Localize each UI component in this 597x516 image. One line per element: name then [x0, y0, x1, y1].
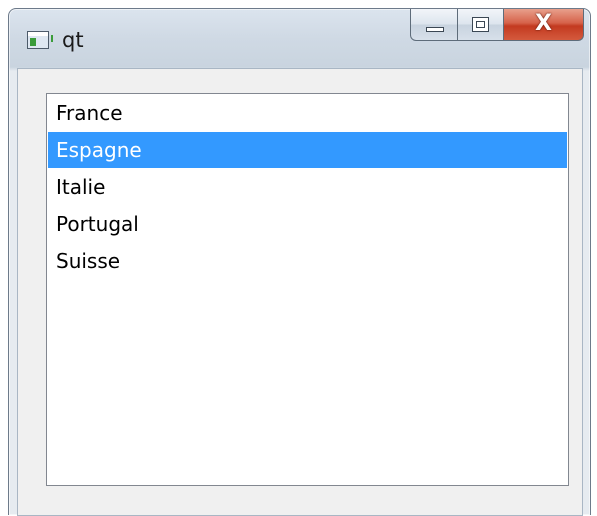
close-button[interactable]: X	[504, 9, 584, 41]
list-item-portugal[interactable]: Portugal	[48, 206, 567, 242]
maximize-icon	[472, 17, 489, 32]
close-icon: X	[535, 11, 552, 36]
list-item-suisse[interactable]: Suisse	[48, 243, 567, 279]
app-icon-green-block	[30, 38, 36, 46]
title-bar[interactable]: qt X	[9, 9, 590, 67]
app-icon-mark	[51, 35, 53, 42]
minimize-button[interactable]	[410, 9, 458, 41]
qt-window: qt X France Espagne Italie Portugal Suis…	[8, 8, 591, 516]
minimize-icon	[426, 27, 444, 32]
list-item-italie[interactable]: Italie	[48, 169, 567, 205]
client-area: France Espagne Italie Portugal Suisse	[17, 68, 583, 516]
window-title: qt	[62, 28, 84, 52]
country-list[interactable]: France Espagne Italie Portugal Suisse	[46, 93, 569, 486]
caption-buttons: X	[410, 9, 584, 45]
list-item-france[interactable]: France	[48, 95, 567, 131]
app-icon[interactable]	[27, 31, 53, 49]
list-item-espagne[interactable]: Espagne	[48, 132, 567, 168]
maximize-button[interactable]	[458, 9, 504, 41]
